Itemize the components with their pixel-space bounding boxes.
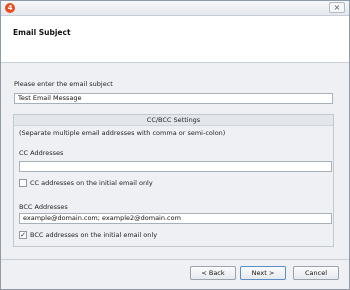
back-button[interactable]: < Back bbox=[190, 266, 236, 280]
subject-prompt-label: Please enter the email subject bbox=[14, 80, 113, 88]
wizard-header: Email Subject bbox=[1, 16, 349, 63]
cancel-button[interactable]: Cancel bbox=[293, 266, 339, 280]
subject-input[interactable]: Test Email Message bbox=[14, 93, 333, 104]
cc-initial-only-label[interactable]: CC addresses on the initial email only bbox=[30, 179, 153, 187]
footer-divider bbox=[1, 259, 349, 260]
separator-hint: (Separate multiple email addresses with … bbox=[19, 129, 226, 137]
cc-initial-only-checkbox[interactable] bbox=[19, 179, 27, 187]
bcc-addresses-input[interactable]: example@domain.com; example2@domain.com bbox=[19, 213, 332, 224]
app-logo-icon: 4 bbox=[5, 3, 15, 13]
cc-bcc-settings-group: CC/BCC Settings (Separate multiple email… bbox=[13, 114, 334, 247]
page-title: Email Subject bbox=[13, 28, 71, 37]
bcc-initial-only-label[interactable]: BCC addresses on the initial email only bbox=[30, 231, 157, 239]
group-title: CC/BCC Settings bbox=[146, 116, 201, 124]
bcc-addresses-label: BCC Addresses bbox=[19, 203, 68, 211]
cc-addresses-input[interactable] bbox=[19, 161, 332, 172]
cc-addresses-label: CC Addresses bbox=[19, 149, 64, 157]
close-button[interactable]: × bbox=[329, 2, 345, 13]
title-bar[interactable]: 4 × bbox=[1, 1, 349, 16]
group-header: CC/BCC Settings bbox=[14, 115, 333, 126]
next-button[interactable]: Next > bbox=[240, 266, 286, 280]
dialog-window: 4 × Email Subject Please enter the email… bbox=[0, 0, 350, 290]
checkmark-icon: ✓ bbox=[20, 231, 26, 239]
bcc-initial-only-checkbox[interactable]: ✓ bbox=[19, 231, 27, 239]
